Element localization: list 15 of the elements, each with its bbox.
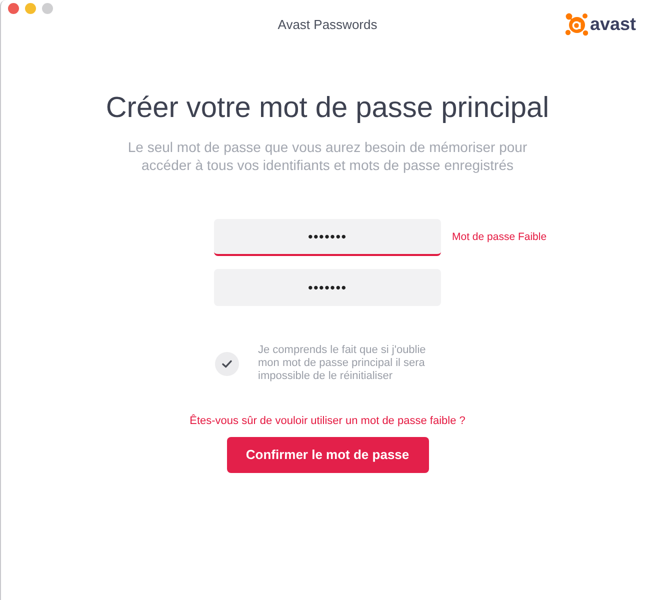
logo-text: avast	[590, 14, 636, 34]
minimize-icon[interactable]	[25, 3, 36, 14]
page-heading: Créer votre mot de passe principal	[106, 91, 550, 126]
warning-text: Êtes-vous sûr de vouloir utiliser un mot de passe faible ?	[190, 414, 466, 428]
subtitle-text: Le seul mot de passe que vous aurez besoin de mémoriser pour accéder à tous vos identifiants et mots de passe enregistrés	[126, 138, 528, 174]
password-field[interactable]: •••••••	[214, 269, 441, 306]
splash-logo-icon	[564, 12, 588, 36]
confirm-button[interactable]: Confirmer le mot de passe	[226, 437, 428, 473]
strength-label: Mot de passe Faible	[452, 231, 547, 244]
checkbox[interactable]	[215, 352, 239, 376]
close-icon[interactable]	[8, 3, 19, 14]
password-field[interactable]: •••••••	[214, 219, 441, 256]
checkmark-icon	[222, 360, 232, 368]
window-title: Avast Passwords	[278, 17, 378, 33]
acknowledgement-text: Je comprends le fait que si j'oublie mon mot de passe principal il sera impossible de le réinitialiser	[258, 344, 427, 383]
